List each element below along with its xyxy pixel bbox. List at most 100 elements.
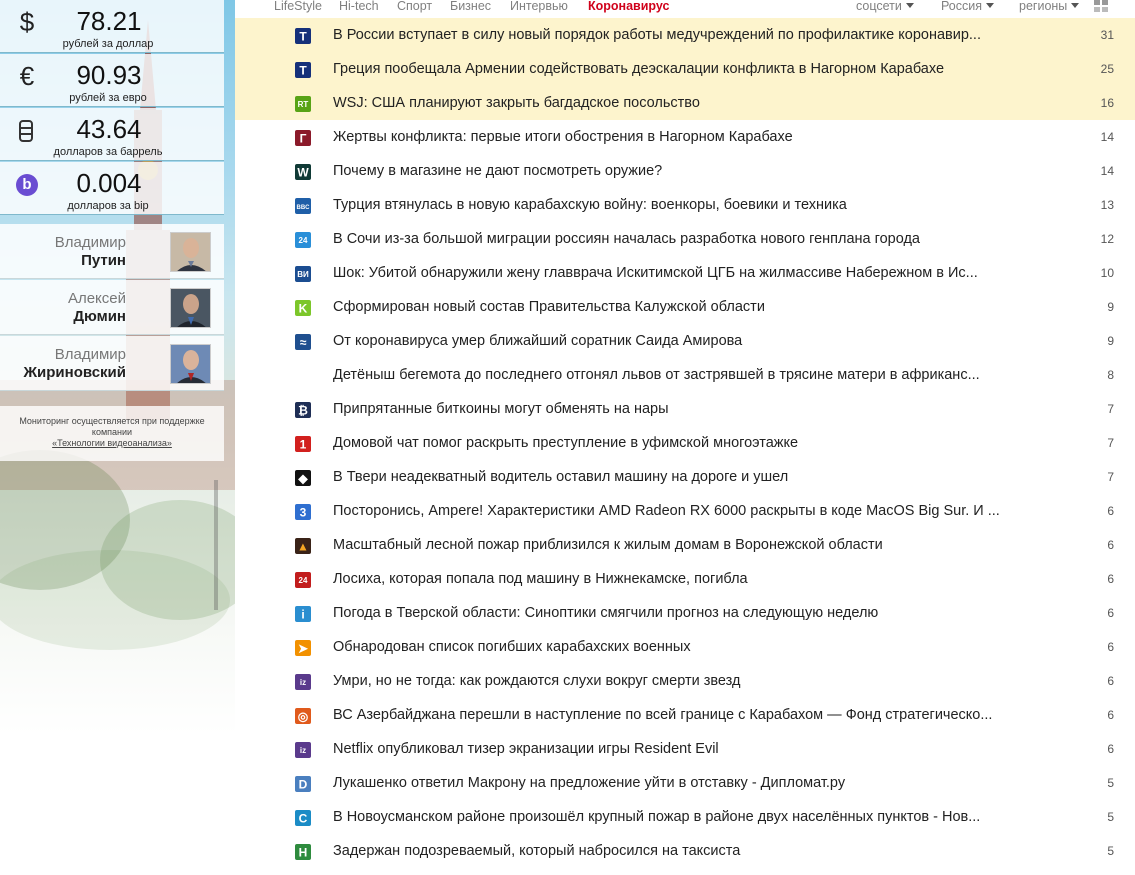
svg-text:D: D [299,778,308,792]
source-count: 7 [1107,470,1114,484]
news-title[interactable]: Лукашенко ответил Макрону на предложение… [333,774,1023,792]
news-row[interactable]: Детёныш бегемота до последнего отгонял л… [235,358,1135,392]
news-title[interactable]: Жертвы конфликта: первые итоги обострени… [333,128,1023,146]
rate-card-oil: 43.64 долларов за баррель [0,108,224,161]
news-title[interactable]: В России вступает в силу новый порядок р… [333,26,1023,44]
chevron-down-icon [905,3,914,8]
news-row[interactable]: W Почему в магазине не дают посмотреть ор… [235,154,1135,188]
social-dropdown[interactable]: соцсети [856,0,914,13]
news-row[interactable]: ≈ От коронавируса умер ближайший соратник… [235,324,1135,358]
svg-text:1: 1 [300,438,307,452]
iz-icon: iz [295,674,311,690]
news-title[interactable]: Посторонись, Ampere! Характеристики AMD … [333,502,1023,520]
news-title[interactable]: Умри, но не тогда: как рождаются слухи в… [333,672,1023,690]
news-title[interactable]: Обнародован список погибших карабахских … [333,638,1023,656]
diplomat-icon: D [295,776,311,792]
avatar[interactable] [170,288,211,328]
regions-dropdown[interactable]: регионы [1019,0,1080,13]
svg-text:➤: ➤ [298,642,309,656]
bbc-icon: BBC [295,198,311,214]
figure-icon: i [295,606,311,622]
nav-category-lifestyle[interactable]: LifeStyle [274,0,322,13]
news-title[interactable]: Почему в магазине не дают посмотреть ору… [333,162,1023,180]
sponsor-note: Мониторинг осуществляется при поддержке … [0,406,224,461]
svg-text:24: 24 [299,236,308,245]
news-row[interactable]: K Сформирован новый состав Правительства … [235,290,1135,324]
news-row[interactable]: 24 В Сочи из-за большой миграции россиян … [235,222,1135,256]
vi-icon: ВИ [295,266,311,282]
svg-text:i: i [301,608,304,622]
news-title[interactable]: WSJ: США планируют закрыть багдадское по… [333,94,1023,112]
sidebar: $ 78.21 рублей за доллар € 90.93 рублей … [0,0,235,875]
24kz-icon: 24 [295,572,311,588]
fire-icon: ▲ [295,538,311,554]
svg-text:W: W [297,166,309,180]
news-row[interactable]: ₿ Припрятанные биткоины могут обменять на… [235,392,1135,426]
news-title[interactable]: Турция втянулась в новую карабахскую вой… [333,196,1023,214]
avatar[interactable] [170,232,211,272]
news-row[interactable]: iz Netflix опубликовал тизер экранизации … [235,732,1135,766]
news-row[interactable]: H Задержан подозреваемый, который наброси… [235,834,1135,868]
news-row[interactable]: T Греция пообещала Армении содействовать … [235,52,1135,86]
news-row[interactable]: ➤ Обнародован список погибших карабахских… [235,630,1135,664]
news-title[interactable]: Греция пообещала Армении содействовать д… [333,60,1023,78]
sponsor-link[interactable]: «Технологии видеоанализа» [52,438,172,448]
news-title[interactable]: Детёныш бегемота до последнего отгонял л… [333,366,1023,384]
news-title[interactable]: Netflix опубликовал тизер экранизации иг… [333,740,1023,758]
news-row[interactable]: ▲ Масштабный лесной пожар приблизился к ж… [235,528,1135,562]
avatar[interactable] [170,344,211,384]
news-title[interactable]: От коронавируса умер ближайший соратник … [333,332,1023,350]
news-row[interactable]: 3 Посторонись, Ampere! Характеристики AMD… [235,494,1135,528]
news-row[interactable]: RT WSJ: США планируют закрыть багдадское … [235,86,1135,120]
news-title[interactable]: Задержан подозреваемый, который набросил… [333,842,1023,860]
rate-caption: рублей за доллар [62,38,154,50]
rate-card-eur: € 90.93 рублей за евро [0,54,224,107]
source-count: 6 [1107,572,1114,586]
news-title[interactable]: Припрятанные биткоины могут обменять на … [333,400,1023,418]
bip-icon: b [16,174,38,196]
top-navigation: LifeStyle Hi-tech Спорт Бизнес Интервью … [235,0,1135,18]
rate-card-bip: b 0.004 долларов за bip [0,162,224,215]
news-row[interactable]: BBC Турция втянулась в новую карабахскую … [235,188,1135,222]
news-row[interactable]: C В Новоусманском районе произошёл крупны… [235,800,1135,834]
news-title[interactable]: В Сочи из-за большой миграции россиян на… [333,230,1023,248]
news-row[interactable]: T В России вступает в силу новый порядок … [235,18,1135,52]
person-card[interactable]: Владимир Путин [0,224,224,279]
news-row[interactable]: D Лукашенко ответил Макрону на предложени… [235,766,1135,800]
country-dropdown[interactable]: Россия [941,0,994,13]
rate-caption: рублей за евро [69,92,147,104]
svg-text:T: T [299,30,307,44]
source-icon [295,368,311,384]
news-title[interactable]: ВС Азербайджана перешли в наступление по… [333,706,1023,724]
svg-text:Г: Г [300,132,307,146]
news-row[interactable]: 1 Домовой чат помог раскрыть преступление… [235,426,1135,460]
source-count: 13 [1100,198,1114,212]
news-row[interactable]: 24 Лосиха, которая попала под машину в Ни… [235,562,1135,596]
nav-category-coronavirus[interactable]: Коронавирус [588,0,669,13]
nav-category-business[interactable]: Бизнес [450,0,491,13]
svg-text:RT: RT [298,100,309,109]
news-row[interactable]: Г Жертвы конфликта: первые итоги обострен… [235,120,1135,154]
news-row[interactable]: i Погода в Тверской области: Синоптики см… [235,596,1135,630]
news-title[interactable]: Масштабный лесной пожар приблизился к жи… [333,536,1023,554]
news-title[interactable]: Шок: Убитой обнаружили жену главврача Ис… [333,264,1023,282]
nav-category-hitech[interactable]: Hi-tech [339,0,379,13]
svg-text:◎: ◎ [298,710,309,724]
nav-category-sport[interactable]: Спорт [397,0,432,13]
news-row[interactable]: ◆ В Твери неадекватный водитель оставил м… [235,460,1135,494]
news-title[interactable]: Домовой чат помог раскрыть преступление … [333,434,1023,452]
settings-icon[interactable] [1094,0,1108,15]
news-title[interactable]: В Новоусманском районе произошёл крупный… [333,808,1023,826]
person-card[interactable]: Алексей Дюмин [0,280,224,335]
news-title[interactable]: В Твери неадекватный водитель оставил ма… [333,468,1023,486]
nav-category-interview[interactable]: Интервью [510,0,568,13]
news-title[interactable]: Погода в Тверской области: Синоптики смя… [333,604,1023,622]
person-photo-icon [171,289,210,327]
news-title[interactable]: Лосиха, которая попала под машину в Нижн… [333,570,1023,588]
person-last-name: Путин [81,252,126,269]
person-card[interactable]: Владимир Жириновский [0,336,224,391]
news-title[interactable]: Сформирован новый состав Правительства К… [333,298,1023,316]
news-row[interactable]: ВИ Шок: Убитой обнаружили жену главврача … [235,256,1135,290]
news-row[interactable]: ◎ ВС Азербайджана перешли в наступление п… [235,698,1135,732]
news-row[interactable]: iz Умри, но не тогда: как рождаются слухи… [235,664,1135,698]
